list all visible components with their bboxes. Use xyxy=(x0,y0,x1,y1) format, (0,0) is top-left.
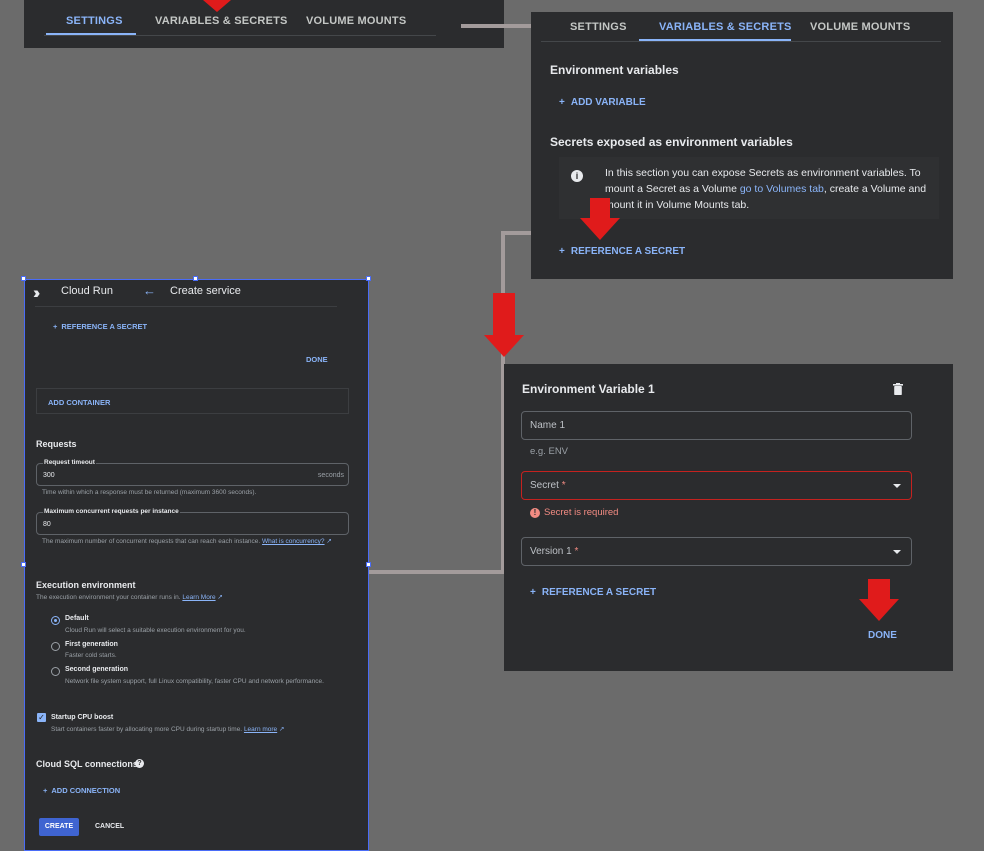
top-left-tabs-panel: SETTINGS VARIABLES & SECRETS VOLUME MOUN… xyxy=(24,0,504,48)
option-first-gen-title: First generation xyxy=(65,641,118,648)
back-arrow-icon[interactable]: ← xyxy=(143,283,156,298)
request-timeout-label: Request timeout xyxy=(43,459,96,466)
red-arrow-stem xyxy=(590,198,610,220)
concurrency-label: Maximum concurrent requests per instance xyxy=(43,508,180,515)
concurrency-help: The maximum number of concurrent request… xyxy=(42,538,332,545)
chevron-down-icon xyxy=(893,550,901,554)
name-placeholder: Name 1 xyxy=(530,420,566,431)
radio-first-generation[interactable] xyxy=(51,642,60,651)
cloud-run-logo-icon: ›› xyxy=(33,283,41,302)
selection-handle[interactable] xyxy=(21,276,26,281)
tab-volume-mounts[interactable]: VOLUME MOUNTS xyxy=(306,15,406,27)
tab-variables-secrets[interactable]: VARIABLES & SECRETS xyxy=(659,21,792,33)
chevron-down-icon xyxy=(893,484,901,488)
name-hint: e.g. ENV xyxy=(530,446,569,457)
red-arrow-down xyxy=(484,335,524,357)
tabs-divider xyxy=(541,41,941,42)
request-timeout-value: 300 xyxy=(43,472,55,479)
environment-variable-panel: Environment Variable 1 Name 1 e.g. ENV S… xyxy=(504,364,953,671)
env-variable-title: Environment Variable 1 xyxy=(522,382,655,396)
selection-handle[interactable] xyxy=(193,276,198,281)
plus-icon: + xyxy=(530,587,536,598)
tab-settings[interactable]: SETTINGS xyxy=(570,21,627,33)
version-label: Version 1 * xyxy=(530,546,579,557)
app-name: Cloud Run xyxy=(61,285,113,297)
error-icon: ! xyxy=(530,508,540,518)
plus-icon: + xyxy=(53,322,58,331)
red-arrow-stem xyxy=(493,293,515,337)
exec-learn-more-link[interactable]: Learn More xyxy=(182,594,215,601)
tab-variables-secrets[interactable]: VARIABLES & SECRETS xyxy=(155,15,288,27)
cancel-button[interactable]: CANCEL xyxy=(95,823,124,830)
tab-settings[interactable]: SETTINGS xyxy=(66,15,123,27)
concurrency-value: 80 xyxy=(43,521,51,528)
secret-select[interactable]: Secret * xyxy=(521,471,912,500)
selection-handle[interactable] xyxy=(366,562,371,567)
secret-error: ! Secret is required xyxy=(530,507,618,518)
selection-handle[interactable] xyxy=(366,276,371,281)
trash-icon[interactable] xyxy=(893,382,903,395)
execution-environment-help: The execution environment your container… xyxy=(36,594,223,601)
external-link-icon: ↗ xyxy=(326,538,332,545)
red-arrow-down xyxy=(580,218,620,240)
add-container-row: ADD CONTAINER xyxy=(36,388,349,414)
startup-boost-label: Startup CPU boost xyxy=(51,714,114,721)
external-link-icon: ↗ xyxy=(279,726,285,733)
startup-boost-checkbox[interactable]: ✓ xyxy=(37,713,46,722)
selection-handle[interactable] xyxy=(21,562,26,567)
option-default-title: Default xyxy=(65,615,89,622)
option-first-gen-desc: Faster cold starts. xyxy=(65,652,117,659)
plus-icon: + xyxy=(559,246,565,257)
cloud-sql-heading: Cloud SQL connections xyxy=(36,759,138,769)
cloud-run-panel: ›› Cloud Run ← Create service + REFERENCE… xyxy=(24,279,369,851)
reference-secret-button[interactable]: + REFERENCE A SECRET xyxy=(559,246,685,257)
radio-default[interactable] xyxy=(51,616,60,625)
secret-label: Secret * xyxy=(530,480,566,491)
reference-secret-button[interactable]: + REFERENCE A SECRET xyxy=(53,322,147,331)
app-header: ›› Cloud Run ← Create service xyxy=(25,280,368,304)
page-title: Create service xyxy=(170,285,241,297)
secrets-heading: Secrets exposed as environment variables xyxy=(550,135,793,149)
startup-boost-desc: Start containers faster by allocating mo… xyxy=(51,726,285,733)
request-timeout-field[interactable]: Request timeout 300 seconds xyxy=(36,459,349,486)
requests-heading: Requests xyxy=(36,439,77,449)
plus-icon: + xyxy=(43,786,48,795)
help-icon[interactable]: ? xyxy=(135,759,144,768)
reference-secret-button[interactable]: + REFERENCE A SECRET xyxy=(530,587,656,598)
info-icon: i xyxy=(571,170,583,182)
info-box: i In this section you can expose Secrets… xyxy=(559,157,939,219)
volumes-tab-link[interactable]: go to Volumes tab xyxy=(740,183,824,195)
radio-second-generation[interactable] xyxy=(51,667,60,676)
create-button[interactable]: CREATE xyxy=(39,818,79,836)
info-text: In this section you can expose Secrets a… xyxy=(605,167,927,211)
header-divider xyxy=(35,306,337,307)
startup-learn-more-link[interactable]: Learn more xyxy=(244,726,277,733)
request-timeout-unit: seconds xyxy=(317,472,344,479)
tab-volume-mounts[interactable]: VOLUME MOUNTS xyxy=(810,21,910,33)
concurrency-link[interactable]: What is concurrency? xyxy=(262,538,325,545)
tabs-divider xyxy=(44,35,436,36)
red-arrow-stem xyxy=(868,579,890,601)
done-button[interactable]: DONE xyxy=(868,630,897,641)
version-select[interactable]: Version 1 * xyxy=(521,537,912,566)
option-second-gen-title: Second generation xyxy=(65,666,129,673)
red-arrow-down xyxy=(859,599,899,621)
plus-icon: + xyxy=(559,97,565,108)
option-second-gen-desc: Network file system support, full Linux … xyxy=(65,678,324,685)
name-input[interactable]: Name 1 xyxy=(521,411,912,440)
add-container-button[interactable]: ADD CONTAINER xyxy=(48,398,110,407)
add-variable-button[interactable]: + ADD VARIABLE xyxy=(559,97,646,108)
option-default-desc: Cloud Run will select a suitable executi… xyxy=(65,627,246,634)
env-variables-heading: Environment variables xyxy=(550,63,679,77)
concurrency-field[interactable]: Maximum concurrent requests per instance… xyxy=(36,508,349,535)
request-timeout-help: Time within which a response must be ret… xyxy=(42,489,257,496)
add-connection-button[interactable]: + ADD CONNECTION xyxy=(43,786,120,795)
red-arrow-top xyxy=(203,0,231,12)
execution-environment-heading: Execution environment xyxy=(36,580,136,590)
external-link-icon: ↗ xyxy=(217,594,223,601)
done-button[interactable]: DONE xyxy=(306,355,328,364)
